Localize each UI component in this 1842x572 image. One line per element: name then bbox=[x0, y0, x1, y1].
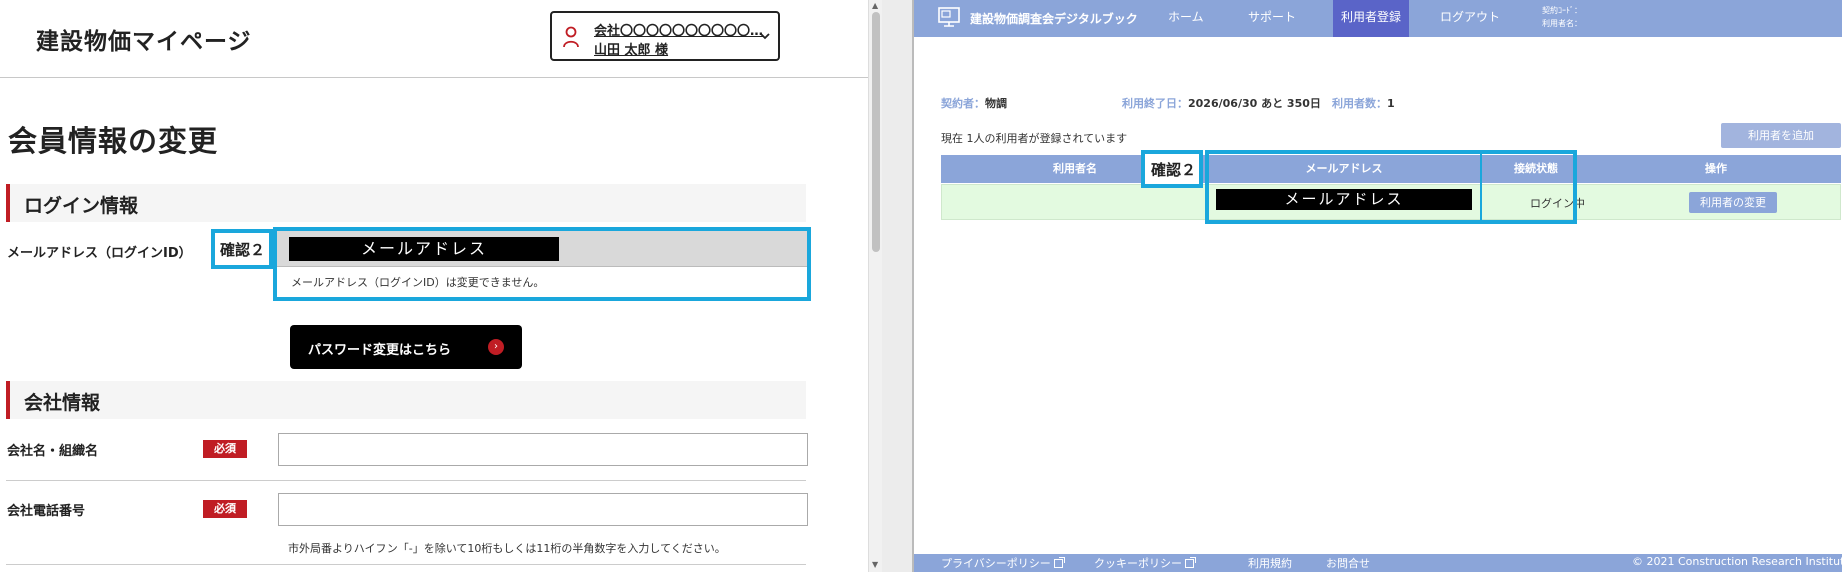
chevron-right-icon: › bbox=[488, 339, 504, 355]
user-count-info: 利用者数：1 bbox=[1332, 97, 1395, 110]
highlight-divider bbox=[1480, 150, 1482, 220]
nav-user-registration[interactable]: 利用者登録 bbox=[1333, 0, 1410, 37]
panel-divider bbox=[882, 0, 914, 572]
confirm-tag: 確認２ bbox=[211, 229, 273, 269]
footer-contact-link[interactable]: お問合せ bbox=[1326, 555, 1370, 571]
divider bbox=[6, 480, 806, 481]
nav-support[interactable]: サポート bbox=[1248, 0, 1296, 37]
phone-input[interactable] bbox=[278, 493, 808, 526]
user-company: 会社〇〇〇〇〇〇〇〇〇〇… bbox=[594, 24, 764, 39]
end-date-info: 利用終了日：2026/06/30 あと 350日 bbox=[1122, 97, 1321, 110]
email-value: メールアドレス bbox=[289, 237, 559, 261]
column-header-action: 操作 bbox=[1705, 162, 1727, 175]
required-badge: 必須 bbox=[203, 500, 247, 518]
email-column-highlight bbox=[1205, 150, 1577, 224]
scroll-thumb[interactable] bbox=[872, 12, 880, 252]
contractor-info: 契約者：物調 bbox=[941, 97, 1007, 110]
confirm-tag: 確認２ bbox=[1141, 150, 1203, 188]
phone-hint: 市外局番よりハイフン「-」を除いて10桁もしくは11桁の半角数字を入力してくださ… bbox=[288, 542, 726, 555]
company-name-label: 会社名・組織名 bbox=[7, 444, 99, 459]
member-info-page: 建設物価マイページ 会社〇〇〇〇〇〇〇〇〇〇… 山田 太郎 様 会員情報の変更 … bbox=[0, 0, 868, 572]
external-link-icon bbox=[1053, 557, 1065, 568]
company-name-input[interactable] bbox=[278, 433, 808, 466]
nav-logout[interactable]: ログアウト bbox=[1440, 0, 1500, 37]
add-user-button[interactable]: 利用者を追加 bbox=[1721, 123, 1841, 148]
email-field-highlight: メールアドレス メールアドレス（ログインID）は変更できません。 bbox=[273, 227, 811, 301]
scroll-down-icon[interactable]: ▼ bbox=[872, 560, 878, 569]
company-section-heading: 会社情報 bbox=[6, 381, 806, 419]
contract-code: 契約ｺｰﾄﾞ： bbox=[1542, 6, 1582, 15]
site-logo[interactable]: 建設物価マイページ bbox=[36, 22, 252, 56]
required-badge: 必須 bbox=[203, 440, 247, 458]
copyright: © 2021 Construction Research Institute. bbox=[1632, 555, 1842, 568]
digital-book-user-page: 建設物価調査会デジタルブック ホーム サポート 利用者登録 ログアウト 契約ｺｰ… bbox=[914, 0, 1842, 572]
phone-label: 会社電話番号 bbox=[7, 504, 86, 519]
monitor-icon bbox=[938, 7, 960, 27]
top-nav: 建設物価調査会デジタルブック ホーム サポート 利用者登録 ログアウト 契約ｺｰ… bbox=[914, 0, 1842, 37]
login-section-heading: ログイン情報 bbox=[6, 184, 806, 222]
divider bbox=[6, 564, 806, 565]
nav-home[interactable]: ホーム bbox=[1168, 0, 1204, 37]
user-icon bbox=[563, 26, 579, 48]
footer-privacy-link[interactable]: プライバシーポリシー bbox=[941, 555, 1065, 571]
email-note: メールアドレス（ログインID）は変更できません。 bbox=[291, 276, 545, 289]
change-password-button[interactable]: パスワード変更はこちら › bbox=[290, 325, 522, 369]
email-field: メールアドレス bbox=[277, 231, 807, 267]
page-title: 会員情報の変更 bbox=[8, 124, 219, 158]
registered-count-text: 現在 1人の利用者が登録されています bbox=[941, 132, 1128, 145]
footer-terms-link[interactable]: 利用規約 bbox=[1248, 555, 1292, 571]
footer: プライバシーポリシー クッキーポリシー 利用規約 お問合せ © 2021 Con… bbox=[914, 554, 1842, 572]
header: 建設物価マイページ 会社〇〇〇〇〇〇〇〇〇〇… 山田 太郎 様 bbox=[0, 0, 868, 78]
user-name-meta: 利用者名： bbox=[1542, 19, 1582, 28]
scrollbar[interactable]: ▲ ▼ bbox=[868, 0, 882, 572]
external-link-icon bbox=[1185, 557, 1196, 568]
email-label: メールアドレス（ログインID） bbox=[7, 246, 192, 261]
change-user-button[interactable]: 利用者の変更 bbox=[1689, 192, 1777, 213]
chevron-down-icon bbox=[760, 33, 770, 40]
scroll-up-icon[interactable]: ▲ bbox=[872, 1, 878, 10]
nav-title[interactable]: 建設物価調査会デジタルブック bbox=[970, 10, 1138, 27]
user-menu-button[interactable]: 会社〇〇〇〇〇〇〇〇〇〇… 山田 太郎 様 bbox=[550, 11, 780, 61]
footer-cookie-link[interactable]: クッキーポリシー bbox=[1094, 555, 1196, 571]
email-value: メールアドレス bbox=[1216, 189, 1472, 210]
user-name: 山田 太郎 様 bbox=[594, 43, 669, 58]
